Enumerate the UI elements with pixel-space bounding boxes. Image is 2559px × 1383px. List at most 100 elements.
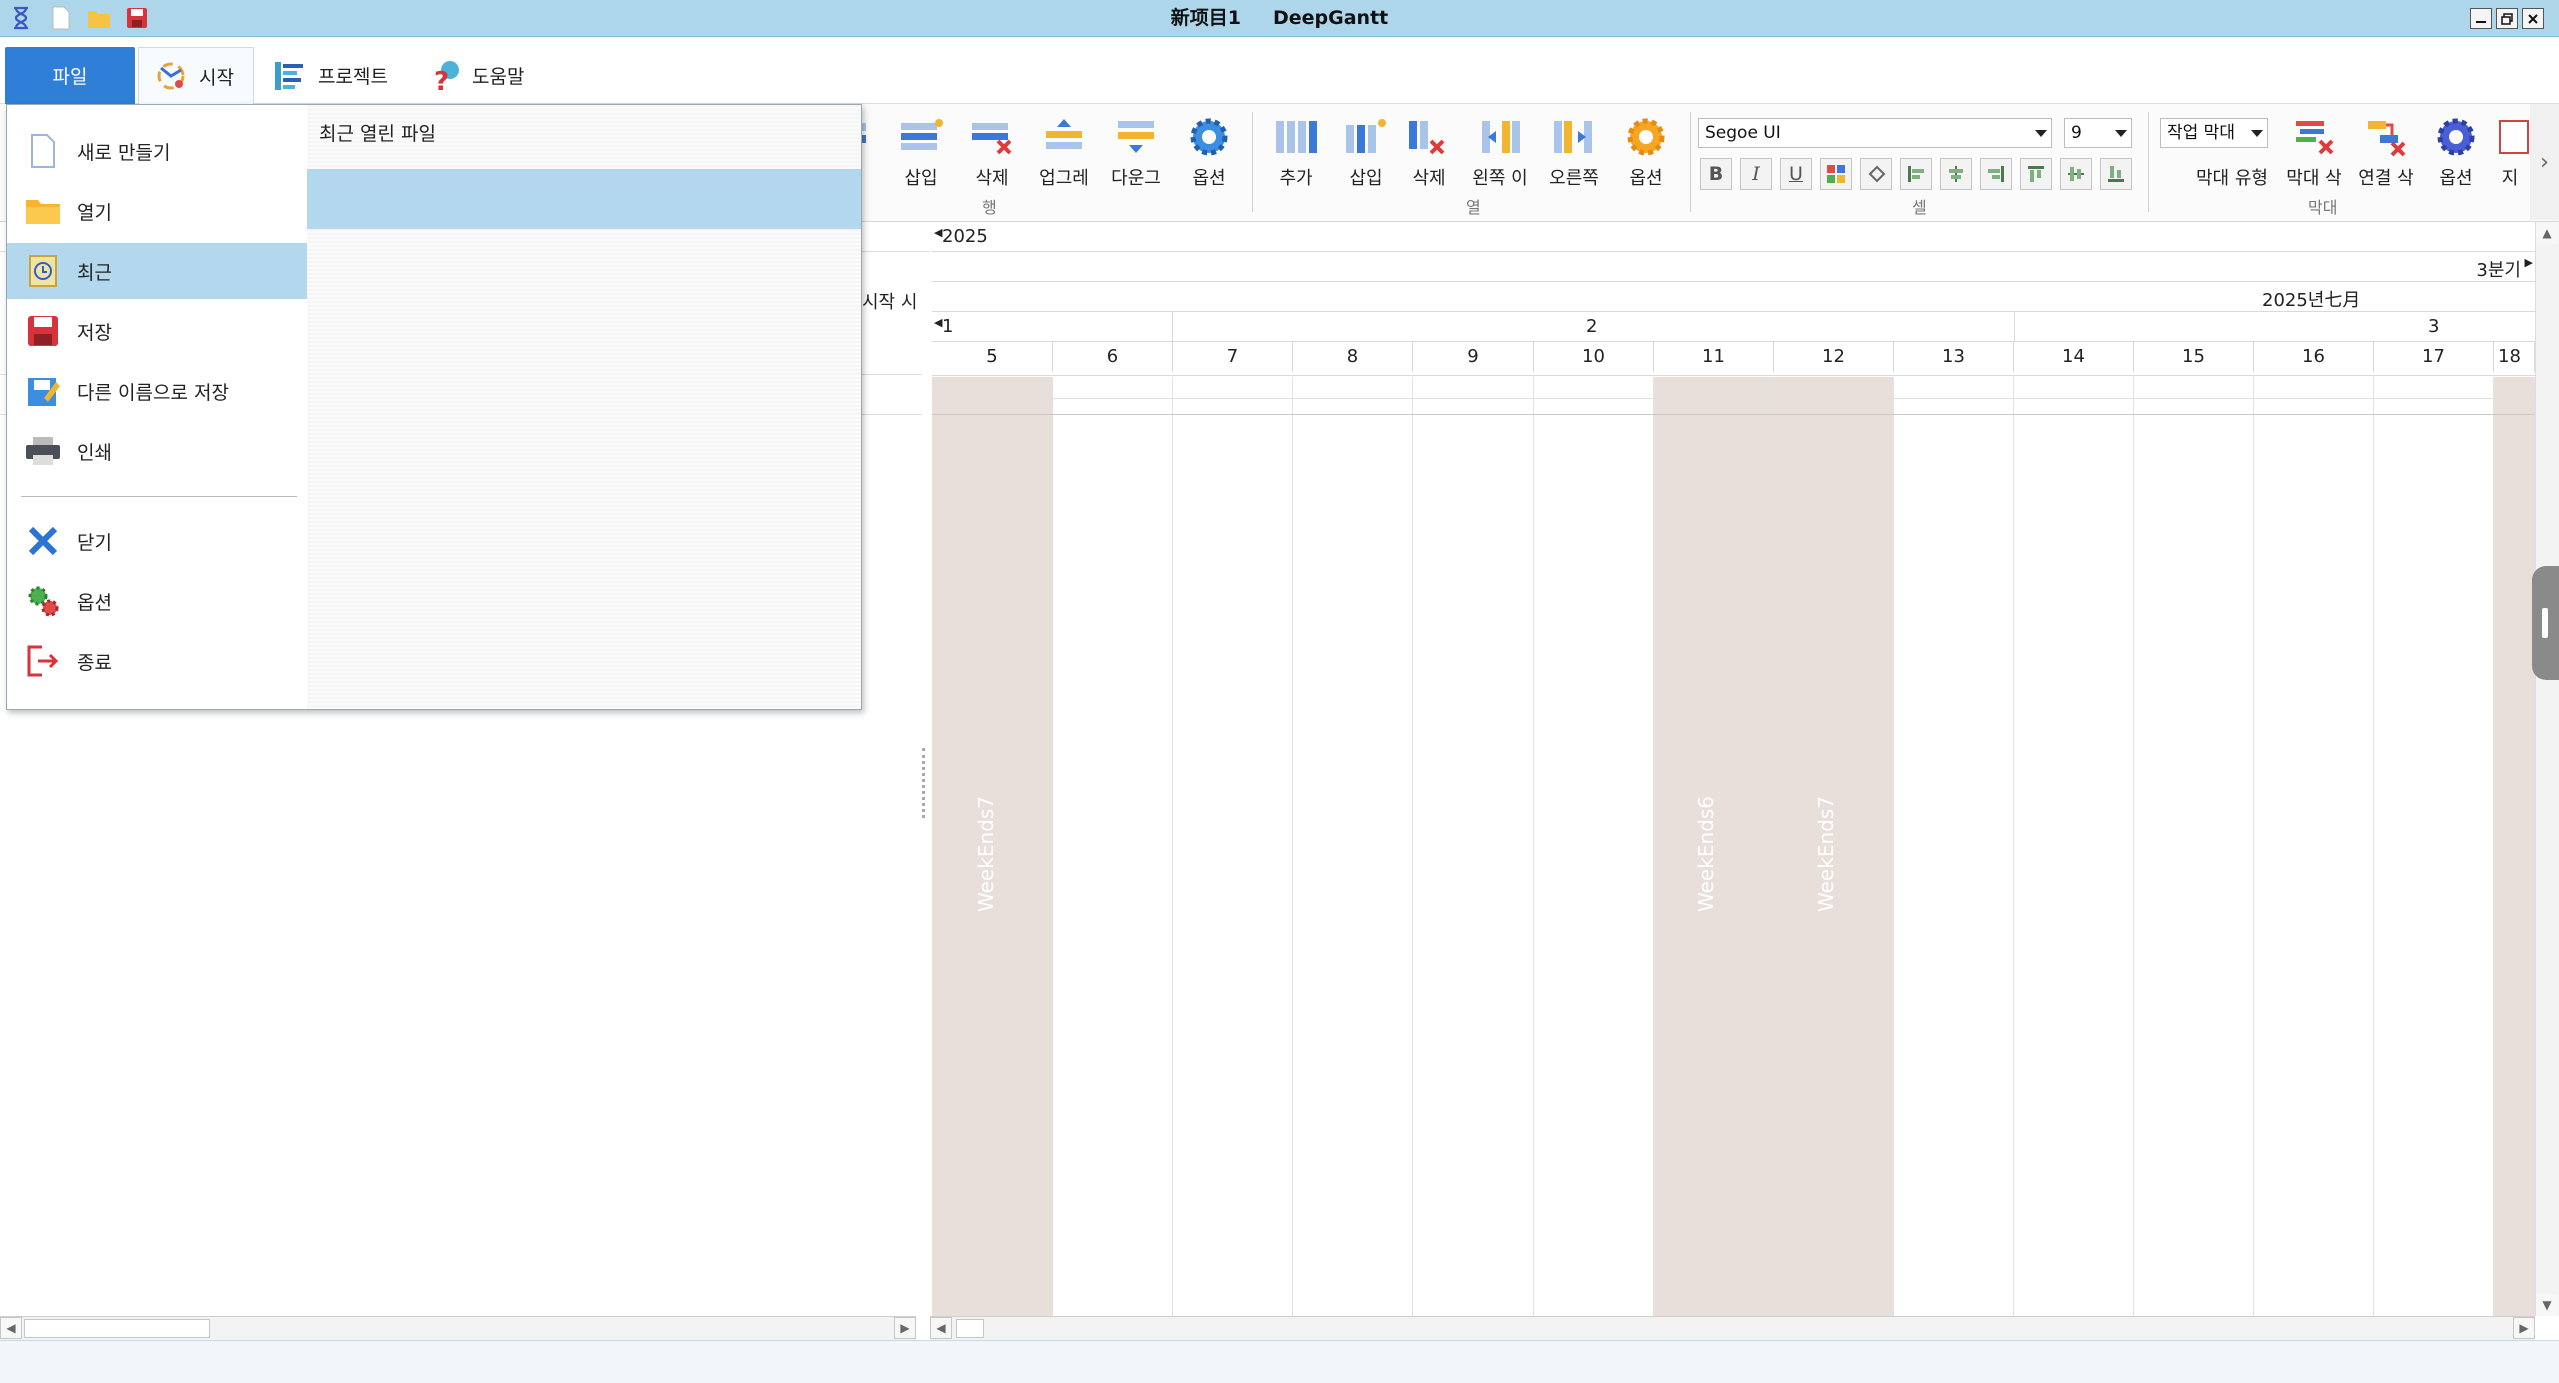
day-cell[interactable]: 10 [1534, 342, 1654, 372]
vertical-scrollbar[interactable]: ▲ ▼ [2535, 222, 2559, 1316]
day-cell[interactable]: 17 [2374, 342, 2494, 372]
column-insert-button[interactable]: 삽입 [1332, 112, 1400, 196]
font-name-select[interactable]: Segoe UI [1698, 118, 2052, 148]
align-center-button[interactable] [1940, 158, 1972, 190]
ribbon-overflow-button[interactable]: 지 [2490, 112, 2530, 196]
day-cell[interactable]: 5 [932, 342, 1053, 372]
menu-open[interactable]: 열기 [7, 183, 307, 239]
row-divider [932, 414, 2535, 415]
bold-button[interactable]: B [1700, 158, 1732, 190]
menu-options[interactable]: 옵션 [7, 573, 307, 629]
side-panel-handle[interactable] [2532, 566, 2559, 680]
folder-icon [23, 191, 63, 231]
day-cell[interactable]: 7 [1173, 342, 1293, 372]
tab-help[interactable]: ? 도움말 [420, 47, 550, 104]
row-options-button[interactable]: 옵션 [1175, 112, 1243, 196]
scroll-thumb[interactable] [956, 1319, 984, 1338]
day-cell[interactable]: 16 [2254, 342, 2374, 372]
recent-file-item[interactable] [307, 169, 861, 229]
splitter-handle[interactable] [922, 748, 928, 818]
tab-file[interactable]: 파일 [5, 47, 135, 104]
day-cell[interactable]: 6 [1053, 342, 1173, 372]
week-label: 1 [942, 316, 954, 337]
backstage-command-list: 새로 만들기 열기 최근 저장 다른 이름으로 저장 인쇄 닫기 옵션 종료 [7, 105, 307, 709]
align-top-button[interactable] [2020, 158, 2052, 190]
menu-close[interactable]: 닫기 [7, 513, 307, 569]
row-upgrade-button[interactable]: 업그레 [1030, 112, 1098, 196]
align-left-button[interactable] [1900, 158, 1932, 190]
gear-icon [1184, 112, 1234, 162]
column-add-button[interactable]: 추가 [1262, 112, 1330, 196]
bar-type-select[interactable]: 작업 막대 [2160, 118, 2268, 148]
gear-icon [1621, 112, 1671, 162]
scroll-right-caret-icon[interactable]: ▶ [2525, 256, 2533, 269]
tab-file-label: 파일 [52, 66, 88, 88]
day-cell[interactable]: 18 [2494, 342, 2535, 372]
tab-start[interactable]: 시작 [138, 47, 254, 104]
day-cell[interactable]: 12 [1774, 342, 1894, 372]
column-options-label: 옵션 [1629, 168, 1663, 189]
new-document-icon[interactable] [48, 5, 74, 31]
close-window-button[interactable] [2522, 8, 2544, 29]
timeline-horizontal-scrollbar[interactable]: ◀ ▶ [930, 1316, 2535, 1340]
align-middle-button[interactable] [2060, 158, 2092, 190]
restore-button[interactable] [2496, 8, 2518, 29]
start-column-header[interactable]: 시작 시 [862, 288, 917, 314]
grid-horizontal-scrollbar[interactable]: ◀ ▶ [0, 1316, 916, 1340]
app-name: DeepGantt [1272, 7, 1389, 29]
bar-type-value: 작업 막대 [2167, 123, 2235, 143]
day-column [1894, 377, 2014, 1316]
cell-color-button[interactable] [1820, 158, 1852, 190]
menu-print[interactable]: 인쇄 [7, 423, 307, 479]
scroll-down-icon[interactable]: ▼ [2536, 1294, 2558, 1316]
scroll-right-icon[interactable]: ▶ [894, 1317, 916, 1339]
column-move-left-button[interactable]: 왼쪽 이 [1466, 112, 1534, 196]
scroll-up-icon[interactable]: ▲ [2536, 222, 2558, 244]
day-cell[interactable]: 15 [2134, 342, 2254, 372]
year-label: 2025 [942, 226, 988, 247]
ribbon-scroll-right-button[interactable]: › [2530, 104, 2559, 220]
row-delete-label: 삭제 [975, 168, 1009, 189]
day-cell[interactable]: 11 [1654, 342, 1774, 372]
fill-button[interactable] [1860, 158, 1892, 190]
hourglass-icon[interactable] [8, 5, 34, 31]
column-move-right-button[interactable]: 오른쪽 [1540, 112, 1608, 196]
save-disk-icon[interactable] [124, 5, 150, 31]
row-delete-button[interactable]: 삭제 [958, 112, 1026, 196]
app-window: 新项目1 DeepGantt 파일 시작 프로젝트 ? 도움말 삽입 삭제 업그… [0, 0, 2559, 1383]
row-divider [932, 398, 2535, 399]
scroll-right-icon[interactable]: ▶ [2513, 1317, 2535, 1339]
bar-type-label: 막대 유형 [2196, 168, 2268, 189]
link-delete-button[interactable]: 연결 삭 [2352, 112, 2420, 196]
column-options-button[interactable]: 옵션 [1612, 112, 1680, 196]
day-cell[interactable]: 9 [1413, 342, 1534, 372]
day-cell[interactable]: 14 [2014, 342, 2134, 372]
align-bottom-button[interactable] [2100, 158, 2132, 190]
column-delete-button[interactable]: 삭제 [1395, 112, 1463, 196]
row-downgrade-button[interactable]: 다운그 [1102, 112, 1170, 196]
quarter-label: 3분기 [2476, 260, 2521, 281]
minimize-button[interactable] [2470, 8, 2492, 29]
font-size-select[interactable]: 9 [2064, 118, 2132, 148]
row-insert-icon [896, 112, 946, 162]
scroll-thumb[interactable] [24, 1319, 210, 1338]
align-left-icon [1908, 166, 1924, 182]
underline-button[interactable]: U [1780, 158, 1812, 190]
scroll-left-icon[interactable]: ◀ [930, 1317, 952, 1339]
row-insert-button[interactable]: 삽입 [887, 112, 955, 196]
bar-delete-button[interactable]: 막대 삭 [2280, 112, 2348, 196]
menu-exit[interactable]: 종료 [7, 633, 307, 689]
day-cell[interactable]: 8 [1293, 342, 1413, 372]
menu-save[interactable]: 저장 [7, 303, 307, 359]
menu-recent[interactable]: 최근 [7, 243, 307, 299]
menu-save-as[interactable]: 다른 이름으로 저장 [7, 363, 307, 419]
scroll-left-icon[interactable]: ◀ [0, 1317, 22, 1339]
day-cell[interactable]: 13 [1894, 342, 2014, 372]
open-folder-icon[interactable] [86, 5, 112, 31]
align-right-button[interactable] [1980, 158, 2012, 190]
menu-new[interactable]: 새로 만들기 [7, 123, 307, 179]
bar-options-button[interactable]: 옵션 [2422, 112, 2490, 196]
tab-project[interactable]: 프로젝트 [266, 47, 406, 104]
italic-button[interactable]: I [1740, 158, 1772, 190]
chevron-down-icon [2251, 130, 2263, 137]
